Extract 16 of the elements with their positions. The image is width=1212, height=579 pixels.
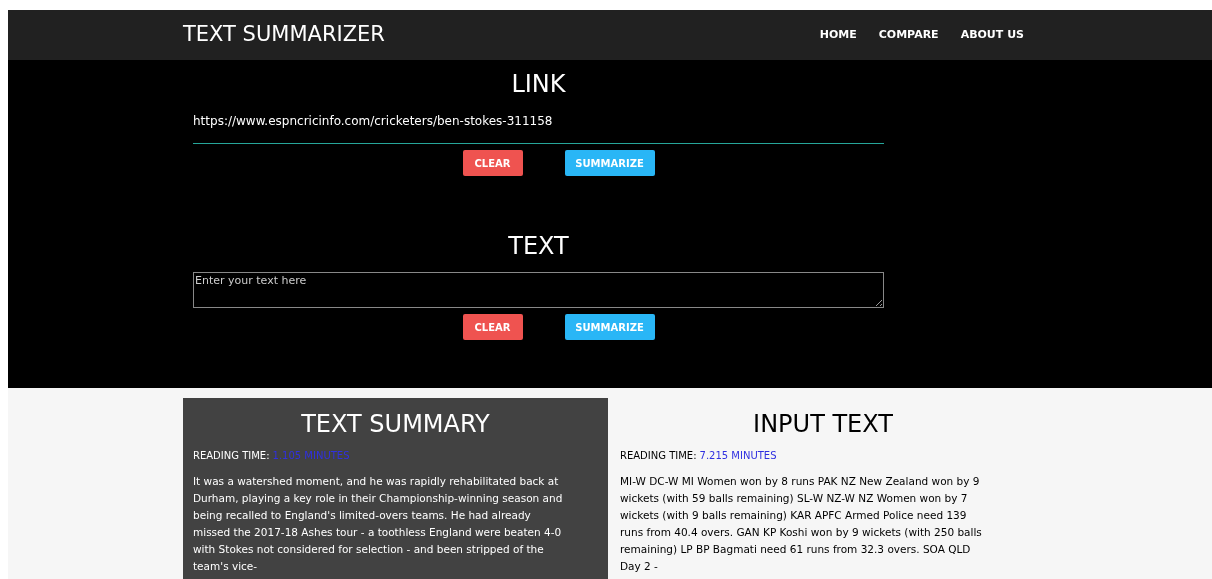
text-field[interactable]: Enter your text here xyxy=(193,272,884,308)
panel-heading: INPUT TEXT xyxy=(752,409,894,440)
app-title: TEXT SUMMARIZER xyxy=(183,21,385,49)
nav-link[interactable]: HOME xyxy=(819,26,857,44)
reading-time-label: READING TIME: xyxy=(193,449,270,463)
reading-time-value: 7.215 MINUTES xyxy=(699,449,777,463)
input-text: MI-W DC-W MI Women won by 8 runs PAK NZ New Zealand won by 9 wickets (with 59 balls remaining) SL-W NZ-W NZ Women won by 7 wickets (with 9 balls remaining) KAR APFC Armed Police need 139 runs from 40.4 overs. GAN KP Koshi won by 9 wickets (with 250 balls remaining) LP BP Bagmati need 61 runs from 32.3 overs. SOA QLD Day 2 - xyxy=(620,474,983,574)
nav-link[interactable]: ABOUT US xyxy=(960,26,1024,44)
summary-text: It was a watershed moment, and he was rapidly rehabilitated back at Durham, playing a key role in their Championship-winning season and being recalled to England's limited-overs teams. He had already missed the 2017-18 Ashes tour - a toothless England were beaten 4-0 with Stokes not considered for selection - and been stripped of the team's vice- xyxy=(193,474,564,574)
link-field[interactable]: https://www.espncricinfo.com/cricketers/ben-stokes-311158 xyxy=(193,112,884,144)
nav-link[interactable]: COMPARE xyxy=(878,26,939,44)
reading-time-value: 1.105 MINUTES xyxy=(272,449,350,463)
panel-heading: TEXT SUMMARY xyxy=(300,409,491,440)
section-heading: LINK xyxy=(510,69,567,100)
section-heading: TEXT xyxy=(507,231,570,262)
reading-time-label: READING TIME: xyxy=(620,449,697,463)
